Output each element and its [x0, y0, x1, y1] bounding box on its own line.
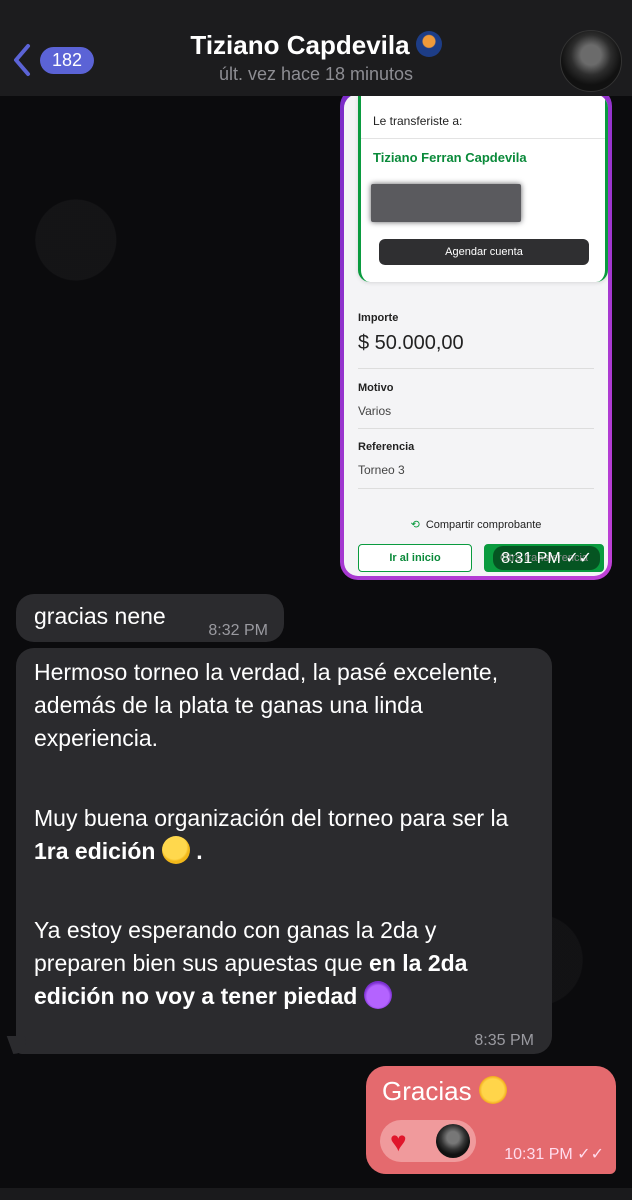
reactor-avatar: [436, 1124, 470, 1158]
outgoing-message[interactable]: Gracias ♥ 10:31 PM ✓✓: [366, 1066, 616, 1174]
ir-al-inicio-button: Ir al inicio: [358, 544, 472, 572]
agendar-cuenta-button: Agendar cuenta: [379, 239, 589, 265]
message-timestamp: 8:31 PM ✓✓: [493, 546, 600, 570]
message-reaction[interactable]: ♥: [380, 1120, 476, 1162]
divider: [361, 138, 605, 139]
input-bar-edge: [0, 1188, 632, 1200]
contact-avatar[interactable]: [560, 30, 622, 92]
incoming-message[interactable]: Hermoso torneo la verdad, la pasé excele…: [16, 648, 552, 1054]
chat-header: 182 Tiziano Capdevila últ. vez hace 18 m…: [0, 0, 632, 96]
message-timestamp: 8:32 PM: [208, 622, 268, 639]
motivo-label: Motivo: [358, 382, 394, 394]
importe-label: Importe: [358, 312, 399, 324]
share-receipt-link: ⟲ Compartir comprobante: [410, 519, 542, 531]
divider: [358, 368, 594, 369]
message-timestamp: 8:35 PM: [474, 1032, 534, 1049]
importe-value: $ 50.000,00: [358, 332, 464, 354]
heart-reaction-icon: ♥: [390, 1126, 407, 1157]
unread-count-badge: 182: [40, 46, 95, 74]
contact-name[interactable]: Tiziano Capdevila: [120, 30, 512, 61]
image-message[interactable]: Le transferiste a: Tiziano Ferran Capdev…: [340, 88, 612, 580]
redacted-account-info: [371, 184, 521, 222]
message-text: Gracias: [382, 1076, 507, 1107]
divider: [358, 428, 594, 429]
message-text: gracias nene: [34, 603, 166, 629]
share-icon: ⟲: [410, 519, 420, 531]
referencia-value: Torneo 3: [358, 463, 405, 477]
referencia-label: Referencia: [358, 441, 415, 453]
basketball-icon: [415, 31, 442, 58]
message-paragraph: Ya estoy esperando con ganas la 2da y pr…: [34, 917, 468, 1009]
back-chevron-icon: [14, 44, 30, 76]
divider: [358, 488, 594, 489]
message-timestamp: 10:31 PM ✓✓: [504, 1146, 604, 1163]
message-paragraph: Muy buena organización del torneo para s…: [34, 805, 509, 864]
last-seen-status: últ. vez hace 18 minutos: [218, 64, 414, 84]
message-paragraph: Hermoso torneo la verdad, la pasé excele…: [34, 659, 499, 751]
transfer-receipt-image: Le transferiste a: Tiziano Ferran Capdev…: [344, 94, 608, 576]
transfer-label: Le transferiste a:: [373, 114, 463, 128]
incoming-message[interactable]: gracias nene 8:32 PM: [16, 594, 284, 642]
duck-emoji-icon: [161, 835, 190, 864]
recipient-name: Tiziano Ferran Capdevila: [373, 150, 527, 165]
recipient-card: Le transferiste a: Tiziano Ferran Capdev…: [358, 94, 608, 282]
motivo-value: Varios: [358, 404, 392, 418]
back-button[interactable]: 182: [10, 40, 100, 80]
devil-emoji-icon: [363, 980, 392, 1009]
star-eyes-emoji-icon: [478, 1076, 507, 1105]
